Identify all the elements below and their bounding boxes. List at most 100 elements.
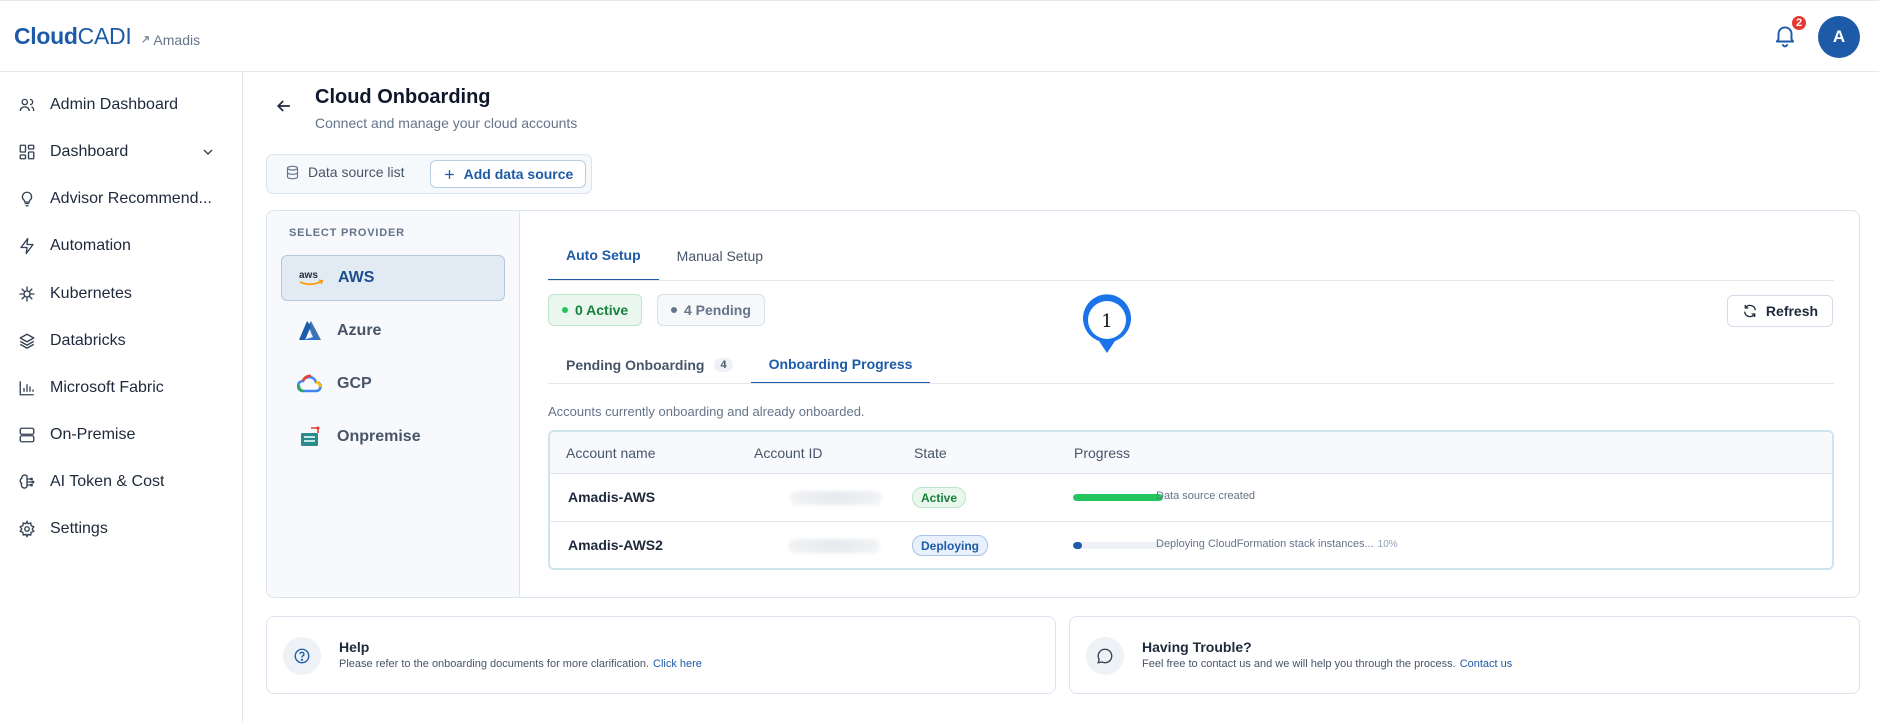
sidebar-item-on-premise[interactable]: On-Premise <box>18 421 228 449</box>
progress-message: Data source created <box>1156 490 1256 502</box>
refresh-icon <box>1743 304 1756 318</box>
gcp-logo-icon <box>295 369 325 399</box>
question-circle-icon <box>283 637 321 675</box>
sidebar-item-label: Settings <box>50 520 108 537</box>
sidebar: Admin Dashboard Dashboard Advisor Recomm… <box>0 72 243 722</box>
accounts-note: Accounts currently onboarding and alread… <box>548 404 865 419</box>
grid-icon <box>18 143 36 161</box>
datasource-list-button[interactable]: Data source list <box>285 164 404 180</box>
gear-icon <box>18 520 36 538</box>
col-account-name: Account name <box>566 445 656 461</box>
refresh-label: Refresh <box>1765 303 1819 319</box>
progress-bar <box>1073 494 1163 501</box>
progress-text: Data source created <box>1156 490 1255 502</box>
notification-badge: 2 <box>1790 14 1808 32</box>
refresh-button[interactable]: Refresh <box>1727 295 1833 327</box>
tab-onboarding-progress[interactable]: Onboarding Progress <box>750 346 931 384</box>
database-icon <box>286 165 299 179</box>
brand-name-light: CADI <box>77 23 132 49</box>
account-name: Amadis-AWS2 <box>568 537 663 553</box>
subtabs-divider <box>548 383 1834 384</box>
tabs-divider <box>548 280 1834 281</box>
sidebar-item-label: Kubernetes <box>50 285 132 302</box>
sidebar-item-label: Advisor Recommend... <box>50 190 212 207</box>
provider-onpremise[interactable]: Onpremise <box>281 414 505 460</box>
page-title: Cloud Onboarding <box>315 86 491 108</box>
avatar[interactable]: A <box>1818 16 1860 58</box>
account-id-redacted <box>790 491 882 505</box>
sidebar-item-advisor[interactable]: Advisor Recommend... <box>18 185 228 213</box>
progress-bar <box>1073 542 1163 549</box>
onpremise-logo-icon <box>295 422 325 452</box>
provider-content: Auto Setup Manual Setup 0 Active 4 Pendi… <box>521 211 1859 597</box>
provider-label: Azure <box>337 322 382 339</box>
aws-logo-icon: aws <box>296 263 326 293</box>
plus-icon <box>444 169 454 179</box>
sidebar-item-microsoft-fabric[interactable]: Microsoft Fabric <box>18 374 228 402</box>
progress-text: Deploying CloudFormation stack instances… <box>1156 538 1398 550</box>
svg-text:aws: aws <box>299 270 318 281</box>
chevron-down-icon[interactable] <box>200 144 216 160</box>
help-click-here-link[interactable]: Click here <box>653 658 702 670</box>
add-datasource-button[interactable]: Add data source <box>430 160 586 188</box>
trouble-text: Feel free to contact us and we will help… <box>1142 658 1512 670</box>
org-name: Amadis <box>153 31 201 48</box>
trouble-description: Feel free to contact us and we will help… <box>1142 658 1456 670</box>
table-row[interactable]: Amadis-AWS Active Data source created <box>550 474 1832 522</box>
provider-gcp[interactable]: GCP <box>281 361 505 407</box>
provider-aws[interactable]: aws AWS <box>281 255 505 301</box>
active-status-pill[interactable]: 0 Active <box>548 294 643 326</box>
step-marker-icon: 1 <box>1083 294 1131 353</box>
onboarding-panel: SELECT PROVIDER aws AWS Azure GCP Onprem… <box>266 210 1860 598</box>
contact-us-link[interactable]: Contact us <box>1460 658 1513 670</box>
org-link[interactable]: Amadis <box>141 32 200 48</box>
pending-onboarding-count: 4 <box>714 358 733 372</box>
page-subtitle: Connect and manage your cloud accounts <box>315 115 578 131</box>
accounts-table: Account name Account ID State Progress A… <box>548 430 1834 570</box>
progress-fill <box>1073 494 1163 501</box>
brand-logo[interactable]: Cloud CADI Amadis <box>14 23 200 50</box>
active-count: 0 Active <box>575 302 629 318</box>
status-badge: Active <box>912 487 967 508</box>
account-name: Amadis-AWS <box>568 489 656 505</box>
sidebar-item-ai-token-cost[interactable]: AI Token & Cost <box>18 468 228 496</box>
col-account-id: Account ID <box>754 445 823 461</box>
sidebar-item-databricks[interactable]: Databricks <box>18 327 228 355</box>
top-bar: Cloud CADI Amadis 2 A <box>0 0 1879 72</box>
sidebar-item-settings[interactable]: Settings <box>18 515 228 543</box>
datasource-list-label: Data source list <box>308 164 405 180</box>
external-arrow-icon <box>142 36 150 43</box>
helm-icon <box>18 285 36 303</box>
provider-label: GCP <box>337 375 372 392</box>
tab-manual-setup[interactable]: Manual Setup <box>659 231 781 281</box>
bolt-icon <box>18 237 36 255</box>
col-progress: Progress <box>1074 445 1131 461</box>
pending-onboarding-label: Pending Onboarding <box>566 357 705 373</box>
sidebar-item-admin-dashboard[interactable]: Admin Dashboard <box>18 91 228 119</box>
progress-percent: 10% <box>1377 539 1398 550</box>
sidebar-item-label: AI Token & Cost <box>50 473 165 490</box>
onboarding-subtabs: Pending Onboarding 4 Onboarding Progress <box>548 346 931 384</box>
sidebar-item-label: Databricks <box>50 332 126 349</box>
step-marker-number: 1 <box>1101 311 1112 332</box>
trouble-title: Having Trouble? <box>1142 639 1252 655</box>
bar-chart-icon <box>18 379 36 397</box>
help-card: Help Please refer to the onboarding docu… <box>266 616 1056 694</box>
help-description: Please refer to the onboarding documents… <box>339 658 649 670</box>
pending-dot-icon <box>671 307 677 313</box>
brand-name-bold: Cloud <box>14 23 78 49</box>
sidebar-item-kubernetes[interactable]: Kubernetes <box>18 280 228 308</box>
sidebar-item-dashboard[interactable]: Dashboard <box>18 138 228 166</box>
help-text: Please refer to the onboarding documents… <box>339 658 702 670</box>
sidebar-item-label: Automation <box>50 237 131 254</box>
users-icon <box>18 96 36 114</box>
pending-status-pill[interactable]: 4 Pending <box>657 294 765 326</box>
table-row[interactable]: Amadis-AWS2 Deploying Deploying CloudFor… <box>550 522 1832 568</box>
back-arrow-icon[interactable] <box>274 96 294 116</box>
sidebar-item-automation[interactable]: Automation <box>18 232 228 260</box>
tab-auto-setup[interactable]: Auto Setup <box>548 231 659 281</box>
provider-azure[interactable]: Azure <box>281 308 505 354</box>
tab-pending-onboarding[interactable]: Pending Onboarding 4 <box>548 346 751 384</box>
azure-logo-icon <box>295 316 325 346</box>
sidebar-item-label: Microsoft Fabric <box>50 379 164 396</box>
